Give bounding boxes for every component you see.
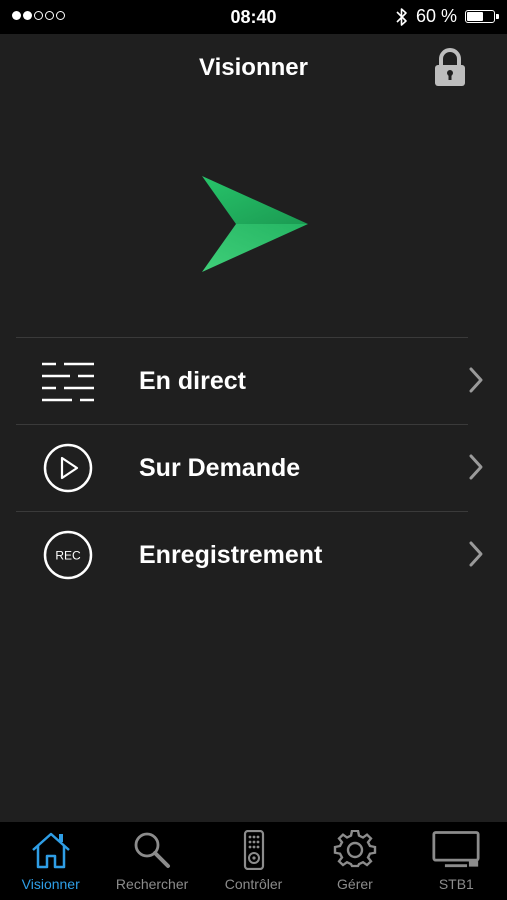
battery-percent: 60 %	[415, 6, 457, 26]
remote-icon	[243, 830, 264, 870]
tv-icon	[432, 831, 480, 868]
lock-button[interactable]	[433, 48, 467, 88]
play-circle-icon	[43, 443, 93, 493]
rec-icon: REC	[43, 530, 93, 580]
menu-item-label: Enregistrement	[139, 540, 323, 569]
tab-label: Gérer	[337, 876, 373, 892]
bluetooth-icon	[396, 7, 407, 26]
tab-bar: Visionner Rechercher Contrôler Gérer STB…	[0, 822, 507, 900]
chevron-right-icon	[469, 367, 483, 393]
menu-item-sur-demande[interactable]: Sur Demande	[16, 424, 483, 511]
gear-icon	[333, 830, 377, 868]
rec-icon-text: REC	[55, 549, 81, 563]
page-title: Visionner	[199, 54, 308, 81]
battery-icon	[465, 10, 499, 23]
menu-item-en-direct[interactable]: En direct	[16, 337, 483, 424]
chevron-right-icon	[469, 454, 483, 480]
tab-label: Rechercher	[115, 876, 189, 892]
nav-header: Visionner	[0, 34, 507, 102]
status-bar: 08:40 60 %	[0, 0, 507, 34]
battery-level	[467, 12, 483, 21]
tab-rechercher[interactable]: Rechercher	[101, 822, 202, 900]
chevron-right-icon	[469, 541, 483, 567]
lock-icon	[435, 48, 465, 86]
tab-controler[interactable]: Contrôler	[203, 822, 304, 900]
tab-label: Visionner	[21, 876, 80, 892]
tab-label: Contrôler	[224, 876, 283, 892]
tab-visionner[interactable]: Visionner	[0, 822, 101, 900]
list-lines-icon	[42, 362, 94, 402]
tab-stb1[interactable]: STB1	[406, 822, 507, 900]
menu-item-label: En direct	[139, 366, 246, 395]
tab-label: STB1	[438, 876, 474, 892]
menu-item-label: Sur Demande	[139, 453, 301, 482]
main-menu: En direct Sur Demande REC Enregistrement	[16, 337, 483, 598]
tab-gerer[interactable]: Gérer	[304, 822, 405, 900]
search-icon	[134, 832, 171, 868]
menu-item-enregistrement[interactable]: REC Enregistrement	[16, 511, 483, 598]
screen: 08:40 60 % Visionner En direct Sur Deman…	[0, 0, 507, 900]
home-icon	[31, 832, 70, 869]
status-right: 60 %	[396, 6, 499, 27]
app-logo	[202, 176, 308, 272]
